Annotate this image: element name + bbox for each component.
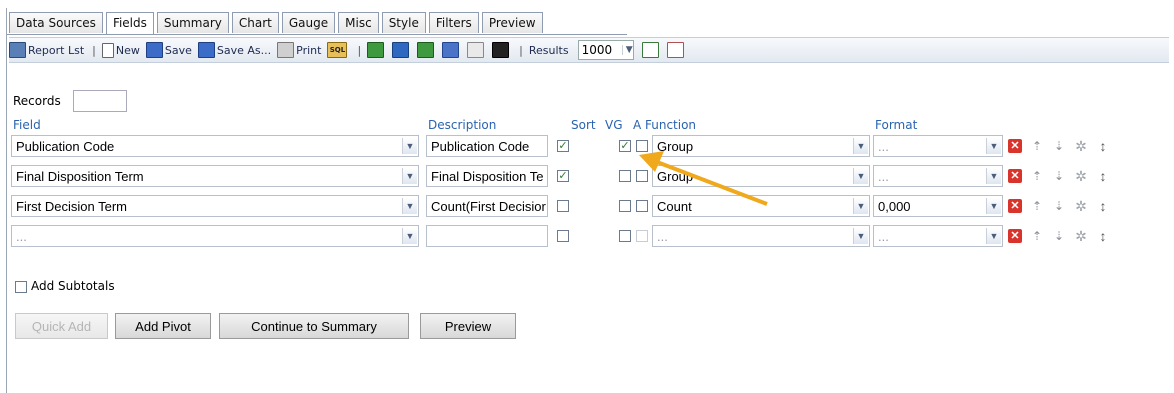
report-builder-panel: Data Sources Fields Summary Chart Gauge … <box>6 8 1171 393</box>
annotation-arrow <box>639 151 768 206</box>
caption-strip <box>0 0 1174 8</box>
